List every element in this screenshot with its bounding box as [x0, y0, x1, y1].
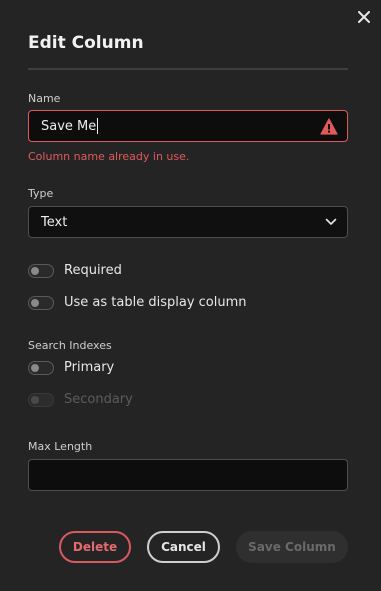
name-label: Name	[28, 92, 61, 105]
chevron-down-icon	[325, 218, 337, 225]
edit-column-dialog: Edit Column Name Save Me Column name alr…	[0, 0, 381, 591]
primary-index-toggle[interactable]	[28, 360, 54, 375]
required-toggle-row[interactable]: Required	[28, 263, 122, 278]
search-indexes-label: Search Indexes	[28, 339, 112, 352]
name-input[interactable]: Save Me	[28, 110, 348, 142]
required-toggle[interactable]	[28, 263, 54, 278]
secondary-index-label: Secondary	[64, 392, 133, 407]
save-column-button: Save Column	[236, 531, 348, 563]
max-length-input[interactable]	[28, 459, 348, 491]
close-icon	[358, 11, 370, 23]
type-select-value: Text	[41, 214, 68, 230]
title-divider	[28, 68, 348, 70]
primary-index-toggle-row[interactable]: Primary	[28, 360, 114, 375]
text-caret	[97, 118, 99, 134]
delete-button[interactable]: Delete	[59, 531, 131, 563]
warning-icon	[320, 118, 338, 135]
close-button[interactable]	[354, 7, 374, 27]
secondary-index-toggle	[28, 392, 54, 407]
display-column-label: Use as table display column	[64, 295, 247, 310]
name-input-value: Save Me	[41, 118, 97, 134]
secondary-index-toggle-row: Secondary	[28, 392, 133, 407]
display-column-toggle-row[interactable]: Use as table display column	[28, 295, 247, 310]
display-column-toggle[interactable]	[28, 295, 54, 310]
type-select[interactable]: Text	[28, 206, 348, 238]
name-error-message: Column name already in use.	[28, 150, 190, 163]
max-length-label: Max Length	[28, 440, 93, 453]
type-label: Type	[28, 187, 54, 200]
dialog-title: Edit Column	[28, 33, 144, 53]
cancel-button[interactable]: Cancel	[147, 531, 220, 563]
primary-index-label: Primary	[64, 360, 115, 375]
required-label: Required	[64, 263, 122, 278]
